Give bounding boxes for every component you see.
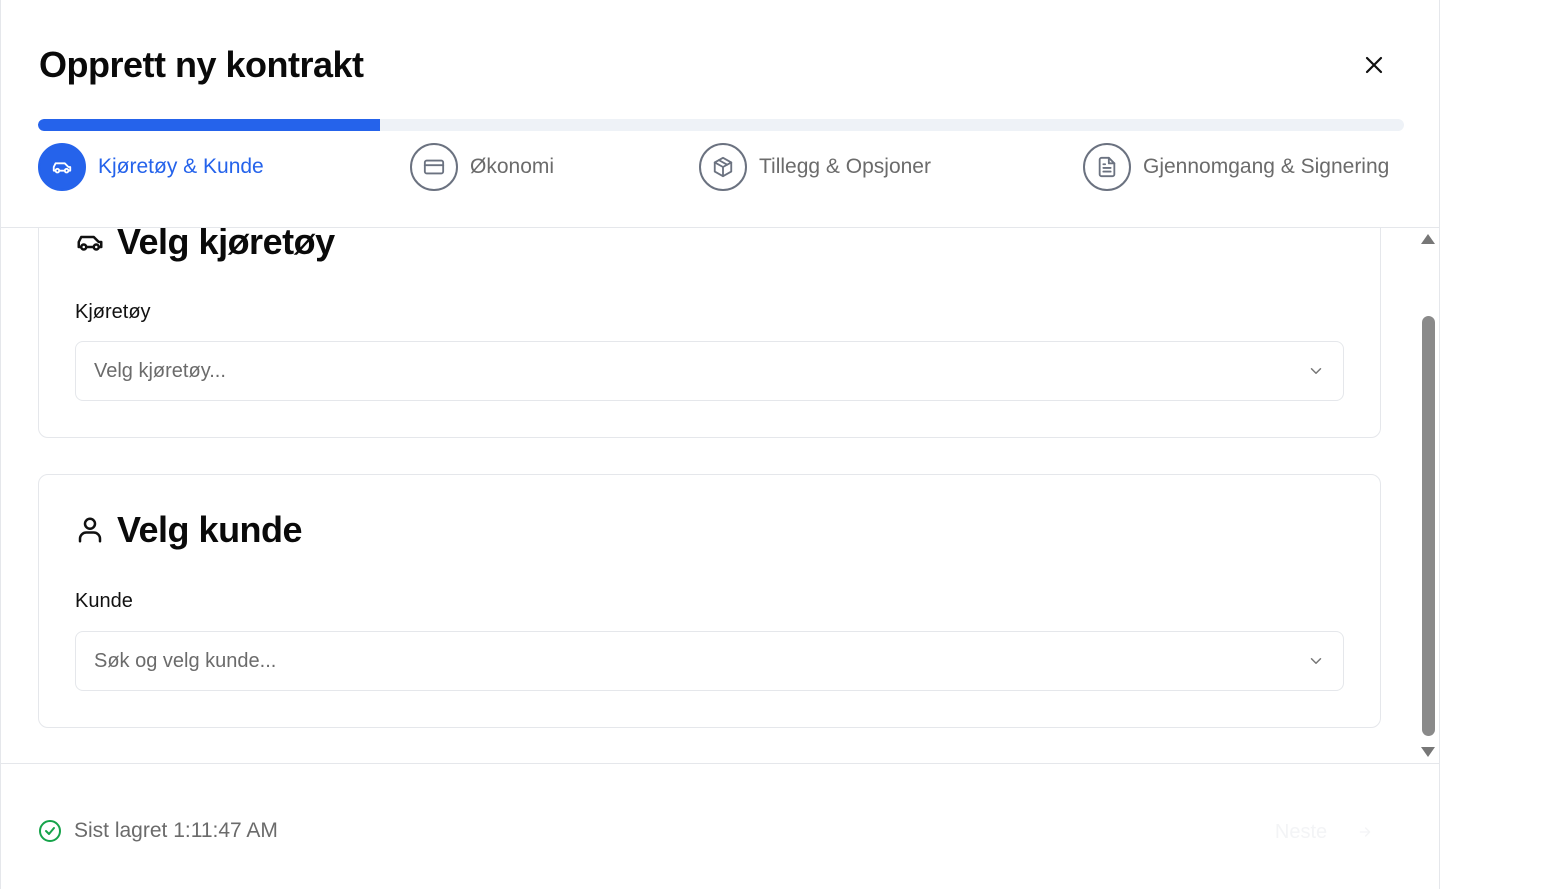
car-icon bbox=[77, 235, 103, 251]
vehicle-field-label: Kjøretøy bbox=[75, 301, 151, 323]
check-circle-icon bbox=[39, 820, 61, 842]
customer-select[interactable]: Søk og velg kunde... bbox=[75, 631, 1344, 691]
vehicle-select[interactable]: Velg kjøretøy... bbox=[75, 341, 1344, 401]
customer-card: Velg kunde Kunde Søk og velg kunde... bbox=[38, 474, 1381, 728]
step-vehicle-customer[interactable]: Kjøretøy & Kunde bbox=[38, 143, 264, 191]
vehicle-card-title: Velg kjøretøy bbox=[75, 228, 335, 263]
customer-card-title: Velg kunde bbox=[75, 509, 303, 551]
next-button-label: Neste bbox=[1274, 820, 1328, 843]
scrollbar-thumb[interactable] bbox=[1422, 316, 1435, 736]
arrow-right-icon bbox=[1359, 827, 1371, 837]
step-economy[interactable]: Økonomi bbox=[410, 143, 554, 191]
package-icon bbox=[713, 156, 733, 178]
section-heading: Velg kunde bbox=[117, 509, 303, 550]
credit-card-icon bbox=[423, 159, 445, 175]
chevron-down-icon bbox=[1310, 658, 1322, 664]
customer-select-placeholder: Søk og velg kunde... bbox=[94, 649, 277, 672]
step-label: Tillegg & Opsjoner bbox=[759, 155, 931, 178]
vehicle-card: Velg kjøretøy Kjøretøy Velg kjøretøy... bbox=[38, 228, 1381, 438]
user-icon bbox=[78, 517, 102, 543]
dialog-title: Opprett ny kontrakt bbox=[39, 44, 364, 85]
close-icon bbox=[1365, 56, 1383, 74]
progress-bar bbox=[38, 119, 1404, 131]
save-status: Sist lagret 1:11:47 AM bbox=[38, 819, 278, 843]
chevron-down-icon bbox=[1310, 368, 1322, 374]
save-status-text: Sist lagret 1:11:47 AM bbox=[74, 819, 278, 842]
create-contract-dialog: Opprett ny kontrakt Kjøretøy & Kunde Øko… bbox=[0, 0, 1440, 889]
dialog-header: Opprett ny kontrakt Kjøretøy & Kunde Øko… bbox=[1, 0, 1440, 228]
scroll-up-arrow-icon[interactable] bbox=[1421, 234, 1435, 244]
progress-fill bbox=[38, 119, 380, 131]
step-circle bbox=[699, 143, 747, 191]
step-label: Økonomi bbox=[470, 155, 555, 178]
step-addons-options[interactable]: Tillegg & Opsjoner bbox=[699, 143, 931, 191]
close-button[interactable] bbox=[1359, 50, 1389, 80]
step-circle bbox=[38, 143, 86, 191]
step-circle bbox=[410, 143, 458, 191]
customer-field-label: Kunde bbox=[75, 590, 133, 612]
step-circle bbox=[1083, 143, 1131, 191]
document-icon bbox=[1098, 156, 1116, 178]
scroll-down-arrow-icon[interactable] bbox=[1421, 747, 1435, 757]
scrollbar[interactable] bbox=[1417, 228, 1441, 763]
vehicle-select-placeholder: Velg kjøretøy... bbox=[94, 359, 226, 382]
step-label: Gjennomgang & Signering bbox=[1143, 155, 1390, 178]
car-icon bbox=[52, 162, 72, 174]
dialog-content[interactable]: Velg kjøretøy Kjøretøy Velg kjøretøy... … bbox=[1, 228, 1416, 763]
section-heading: Velg kjøretøy bbox=[117, 228, 335, 262]
step-label: Kjøretøy & Kunde bbox=[98, 155, 264, 178]
dialog-footer: Sist lagret 1:11:47 AM Neste bbox=[1, 763, 1440, 889]
step-review-signing[interactable]: Gjennomgang & Signering bbox=[1083, 143, 1389, 191]
next-button[interactable]: Neste bbox=[1259, 812, 1389, 852]
